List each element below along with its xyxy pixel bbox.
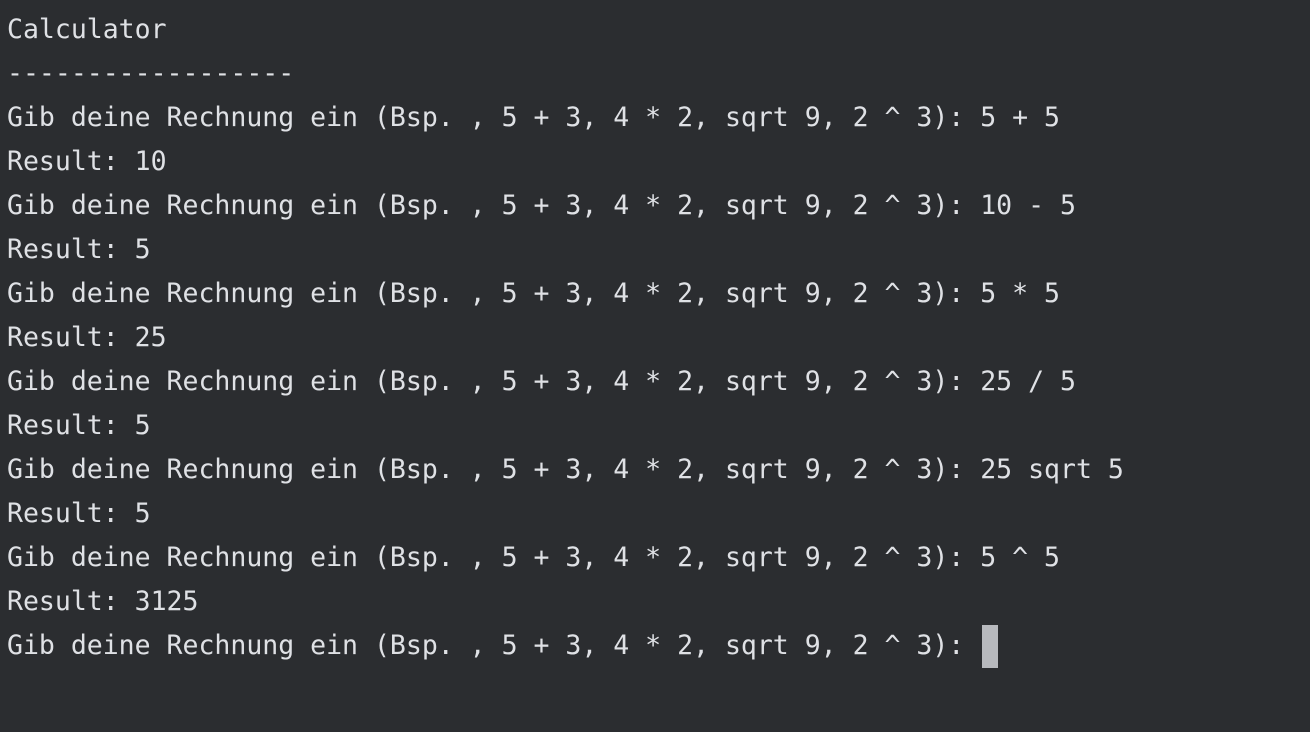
- prompt-text: Gib deine Rechnung ein (Bsp. , 5 + 3, 4 …: [7, 542, 981, 573]
- prompt-text: Gib deine Rechnung ein (Bsp. , 5 + 3, 4 …: [7, 278, 981, 309]
- result-line: Result: 3125: [7, 586, 199, 617]
- entered-expression: 10 - 5: [980, 190, 1076, 221]
- result-line: Result: 10: [7, 146, 167, 177]
- prompt-line: Gib deine Rechnung ein (Bsp. , 5 + 3, 4 …: [7, 448, 1310, 492]
- console-title: Calculator: [7, 14, 167, 45]
- result-line: Result: 5: [7, 498, 151, 529]
- prompt-line: Gib deine Rechnung ein (Bsp. , 5 + 3, 4 …: [7, 360, 1310, 404]
- result-line: Result: 5: [7, 234, 151, 265]
- prompt-text: Gib deine Rechnung ein (Bsp. , 5 + 3, 4 …: [7, 190, 981, 221]
- console-output[interactable]: Calculator ------------------ Gib deine …: [0, 0, 1310, 732]
- prompt-line: Gib deine Rechnung ein (Bsp. , 5 + 3, 4 …: [7, 96, 1310, 140]
- result-line: Result: 25: [7, 322, 167, 353]
- entered-expression: 25 / 5: [980, 366, 1076, 397]
- active-prompt-line[interactable]: Gib deine Rechnung ein (Bsp. , 5 + 3, 4 …: [7, 624, 1310, 668]
- console-separator: ------------------: [7, 58, 295, 89]
- prompt-text: Gib deine Rechnung ein (Bsp. , 5 + 3, 4 …: [7, 630, 981, 661]
- entered-expression: 25 sqrt 5: [980, 454, 1124, 485]
- prompt-line: Gib deine Rechnung ein (Bsp. , 5 + 3, 4 …: [7, 536, 1310, 580]
- text-cursor: [982, 624, 999, 668]
- prompt-line: Gib deine Rechnung ein (Bsp. , 5 + 3, 4 …: [7, 272, 1310, 316]
- prompt-text: Gib deine Rechnung ein (Bsp. , 5 + 3, 4 …: [7, 102, 981, 133]
- entered-expression: 5 + 5: [980, 102, 1060, 133]
- prompt-text: Gib deine Rechnung ein (Bsp. , 5 + 3, 4 …: [7, 454, 981, 485]
- entered-expression: 5 * 5: [980, 278, 1060, 309]
- prompt-text: Gib deine Rechnung ein (Bsp. , 5 + 3, 4 …: [7, 366, 981, 397]
- result-line: Result: 5: [7, 410, 151, 441]
- entered-expression: 5 ^ 5: [980, 542, 1060, 573]
- prompt-line: Gib deine Rechnung ein (Bsp. , 5 + 3, 4 …: [7, 184, 1310, 228]
